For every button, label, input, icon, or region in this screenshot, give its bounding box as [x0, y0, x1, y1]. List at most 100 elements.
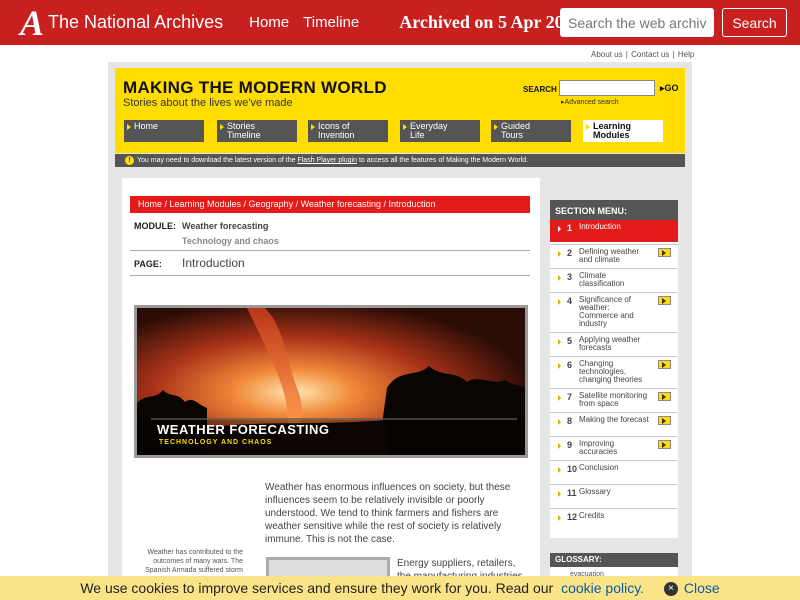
body-paragraph-1: Weather has enormous influences on socie… — [265, 482, 511, 545]
utility-links: About us | Contact us | Help — [591, 50, 695, 59]
section-label: Introduction — [579, 222, 621, 231]
nav-tab-guided-tours[interactable]: Guided Tours — [487, 120, 571, 142]
section-item-7[interactable]: 7 Satellite monitoring from space — [550, 388, 678, 411]
nav-tab-icons-of-invention[interactable]: Icons of Invention — [304, 120, 388, 142]
section-item-6[interactable]: 6 Changing technologies, changing theori… — [550, 356, 678, 387]
section-label: Applying weather forecasts — [579, 335, 641, 352]
arrow-icon — [558, 443, 561, 449]
section-item-4[interactable]: 4 Significance of weather: Commerce and … — [550, 292, 678, 331]
nav-tab-label: Icons of Invention — [318, 121, 355, 140]
section-number: 8 — [567, 416, 573, 426]
hero-subtitle: TECHNOLOGY AND CHAOS — [159, 439, 273, 446]
section-number: 10 — [567, 464, 578, 474]
nav-tab-label: Learning Modules — [593, 121, 632, 140]
tna-logo-icon: A — [20, 2, 45, 43]
nav-tab-label: Guided Tours — [501, 121, 531, 140]
arrow-icon — [558, 363, 561, 369]
section-label: Satellite monitoring from space — [579, 391, 648, 408]
section-number: 3 — [567, 272, 573, 282]
about-us-link[interactable]: About us — [591, 50, 623, 59]
nav-tab-stories-timeline[interactable]: Stories Timeline — [213, 120, 297, 142]
arrow-icon — [558, 251, 561, 257]
contact-us-link[interactable]: Contact us — [631, 50, 669, 59]
interactive-icon — [658, 360, 671, 369]
section-label: Changing technologies, changing theories — [579, 359, 643, 384]
nav-tab-label: Everyday Life — [410, 121, 448, 140]
arrow-icon — [558, 275, 561, 281]
section-label: Significance of weather: Commerce and in… — [579, 295, 634, 328]
help-link[interactable]: Help — [678, 50, 694, 59]
arrow-icon — [558, 419, 561, 425]
nav-tab-home[interactable]: Home — [120, 120, 204, 142]
section-label: Credits — [579, 511, 605, 520]
close-icon[interactable]: × — [663, 582, 678, 597]
arrow-icon — [558, 395, 561, 401]
section-number: 1 — [567, 223, 573, 233]
site-search-go-button[interactable]: ▸GO — [660, 83, 679, 94]
cookie-banner: We use cookies to improve services and e… — [0, 576, 800, 600]
advanced-search-link[interactable]: ▸Advanced search — [561, 98, 619, 106]
section-number: 4 — [567, 296, 573, 306]
interactive-icon — [658, 392, 671, 401]
nav-tab-learning-modules[interactable]: Learning Modules — [579, 120, 663, 142]
arrow-icon — [558, 515, 561, 521]
section-menu-title: SECTION MENU: — [550, 200, 678, 220]
interactive-icon — [658, 416, 671, 425]
section-item-3[interactable]: 3 Climate classification — [550, 268, 678, 291]
nav-tab-everyday-life[interactable]: Everyday Life — [396, 120, 480, 142]
section-item-12[interactable]: 12 Credits — [550, 508, 678, 534]
section-number: 6 — [567, 360, 573, 370]
section-item-9[interactable]: 9 Improving accuracies — [550, 436, 678, 459]
section-item-8[interactable]: 8 Making the forecast — [550, 412, 678, 435]
cookie-policy-link[interactable]: cookie policy. — [561, 580, 644, 596]
section-item-10[interactable]: 10 Conclusion — [550, 460, 678, 483]
flash-notice: ! You may need to download the latest ve… — [115, 154, 685, 167]
advanced-search-label: Advanced search — [564, 99, 619, 106]
page-name: Introduction — [182, 256, 245, 270]
cookie-text: We use cookies to improve services and e… — [80, 580, 554, 596]
breadcrumb[interactable]: Home / Learning Modules / Geography / We… — [130, 196, 530, 213]
archive-search-input[interactable] — [560, 8, 714, 37]
section-item-1[interactable]: 1 Introduction — [550, 220, 678, 242]
top-link-home[interactable]: Home — [249, 14, 289, 31]
site-search-label: SEARCH — [523, 85, 557, 94]
warning-icon: ! — [125, 156, 134, 165]
flash-player-link[interactable]: Flash Player plugin — [297, 157, 357, 164]
archive-header: A The National Archives Home Timeline Ar… — [0, 0, 800, 45]
flash-notice-text: You may need to download the latest vers… — [137, 157, 296, 164]
arrow-icon — [558, 226, 561, 232]
cookie-close-button[interactable]: Close — [684, 580, 720, 596]
image-caption: Weather has contributed to the outcomes … — [145, 549, 243, 574]
site-header: MAKING THE MODERN WORLD Stories about th… — [115, 68, 685, 153]
section-number: 5 — [567, 336, 573, 346]
tna-logo[interactable]: A The National Archives — [20, 5, 223, 41]
section-label: Conclusion — [579, 463, 619, 472]
section-item-2[interactable]: 2 Defining weather and climate — [550, 244, 678, 267]
nav-tab-label: Home — [134, 121, 159, 131]
section-number: 9 — [567, 440, 573, 450]
divider — [130, 275, 530, 276]
top-link-timeline[interactable]: Timeline — [303, 14, 359, 31]
divider — [130, 250, 530, 251]
nav-tab-label: Stories Timeline — [227, 121, 261, 140]
section-number: 12 — [567, 512, 578, 522]
site-title[interactable]: MAKING THE MODERN WORLD — [123, 78, 387, 98]
go-label: GO — [664, 83, 679, 93]
section-label: Making the forecast — [579, 415, 649, 424]
section-label: Improving accuracies — [579, 439, 618, 456]
arrow-icon — [558, 491, 561, 497]
section-label: Glossary — [579, 487, 611, 496]
arrow-icon — [558, 299, 561, 305]
section-number: 7 — [567, 392, 573, 402]
flash-notice-text-end: to access all the features of Making the… — [358, 157, 529, 164]
section-item-5[interactable]: 5 Applying weather forecasts — [550, 332, 678, 355]
tna-logo-text: The National Archives — [48, 12, 224, 32]
site-subtitle: Stories about the lives we've made — [123, 97, 293, 109]
section-item-11[interactable]: 11 Glossary — [550, 484, 678, 507]
arrow-icon — [558, 339, 561, 345]
interactive-icon — [658, 440, 671, 449]
site-search-input[interactable] — [559, 80, 655, 96]
archive-search-button[interactable]: Search — [722, 8, 787, 37]
section-label: Defining weather and climate — [579, 247, 640, 264]
section-number: 11 — [567, 488, 577, 498]
